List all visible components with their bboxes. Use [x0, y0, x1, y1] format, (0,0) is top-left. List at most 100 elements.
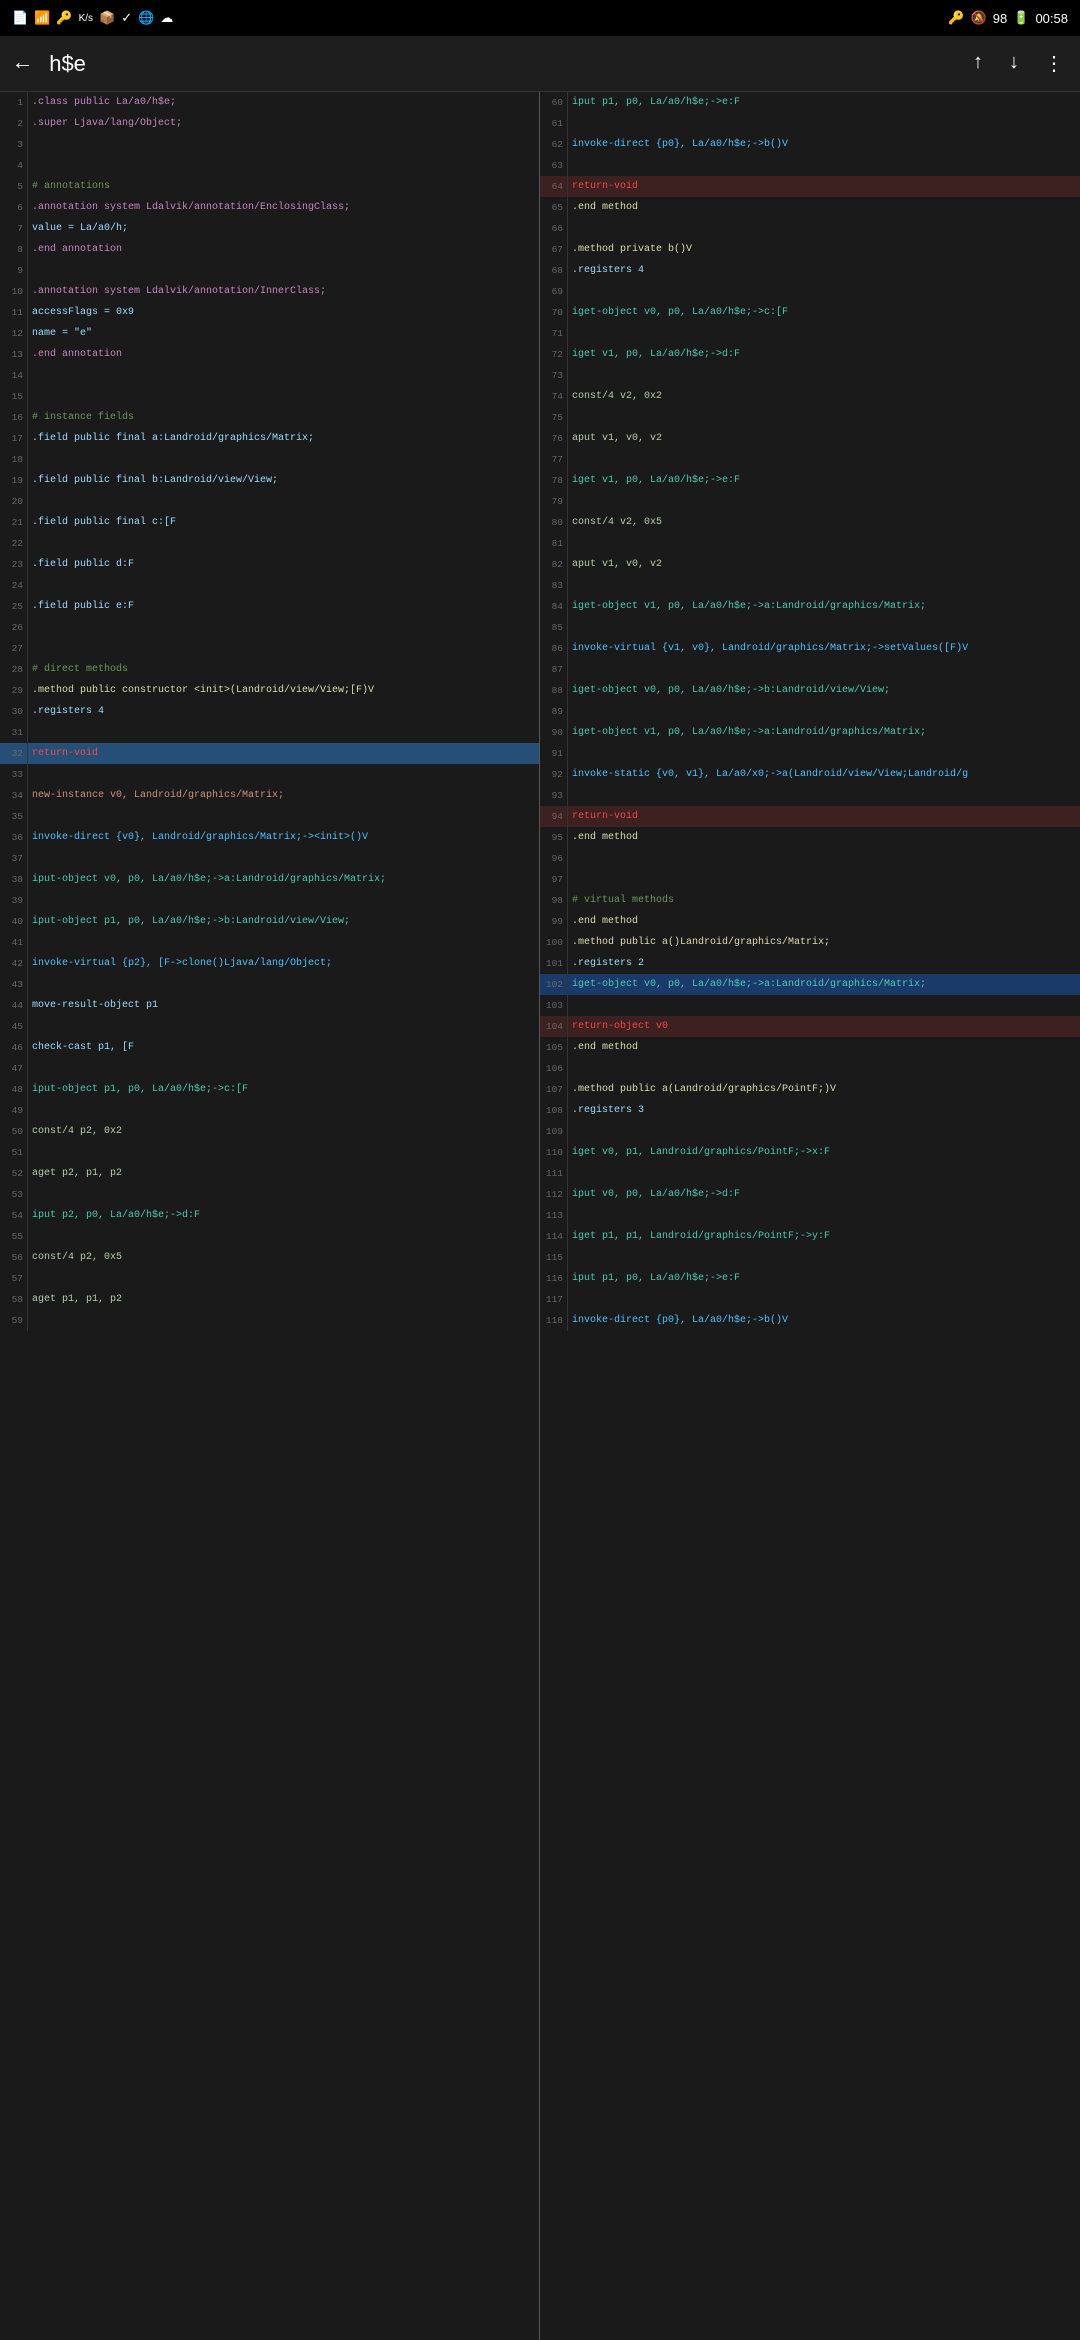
- code-line[interactable]: 45: [0, 1016, 539, 1037]
- code-line[interactable]: 52 aget p2, p1, p2: [0, 1163, 539, 1184]
- scroll-down-button[interactable]: ↓: [1004, 48, 1024, 79]
- code-line[interactable]: 13 .end annotation: [0, 344, 539, 365]
- code-line[interactable]: 66: [540, 218, 1080, 239]
- code-line[interactable]: 116 iput p1, p0, La/a0/h$e;->e:F: [540, 1268, 1080, 1289]
- code-line[interactable]: 10 .annotation system Ldalvik/annotation…: [0, 281, 539, 302]
- code-line[interactable]: 22: [0, 533, 539, 554]
- code-line[interactable]: 19 .field public final b:Landroid/view/V…: [0, 470, 539, 491]
- code-line[interactable]: 5 # annotations: [0, 176, 539, 197]
- code-line[interactable]: 60 iput p1, p0, La/a0/h$e;->e:F: [540, 92, 1080, 113]
- code-line[interactable]: 107 .method public a(Landroid/graphics/P…: [540, 1079, 1080, 1100]
- code-line[interactable]: 74 const/4 v2, 0x2: [540, 386, 1080, 407]
- code-line[interactable]: 46 check-cast p1, [F: [0, 1037, 539, 1058]
- code-line[interactable]: 68 .registers 4: [540, 260, 1080, 281]
- code-line[interactable]: 86 invoke-virtual {v1, v0}, Landroid/gra…: [540, 638, 1080, 659]
- code-line[interactable]: 2 .super Ljava/lang/Object;: [0, 113, 539, 134]
- code-line[interactable]: 117: [540, 1289, 1080, 1310]
- code-line[interactable]: 93: [540, 785, 1080, 806]
- code-line[interactable]: 84 iget-object v1, p0, La/a0/h$e;->a:Lan…: [540, 596, 1080, 617]
- code-line[interactable]: 103: [540, 995, 1080, 1016]
- code-line[interactable]: 118 invoke-direct {p0}, La/a0/h$e;->b()V: [540, 1310, 1080, 1331]
- code-line[interactable]: 38 iput-object v0, p0, La/a0/h$e;->a:Lan…: [0, 869, 539, 890]
- code-line[interactable]: 100 .method public a()Landroid/graphics/…: [540, 932, 1080, 953]
- code-line[interactable]: 39: [0, 890, 539, 911]
- code-line[interactable]: 112 iput v0, p0, La/a0/h$e;->d:F: [540, 1184, 1080, 1205]
- code-line[interactable]: 95 .end method: [540, 827, 1080, 848]
- code-line[interactable]: 35: [0, 806, 539, 827]
- code-line[interactable]: 20: [0, 491, 539, 512]
- code-line[interactable]: 29 .method public constructor <init>(Lan…: [0, 680, 539, 701]
- code-line[interactable]: 110 iget v0, p1, Landroid/graphics/Point…: [540, 1142, 1080, 1163]
- code-line[interactable]: 109: [540, 1121, 1080, 1142]
- code-line[interactable]: 61: [540, 113, 1080, 134]
- code-line[interactable]: 55: [0, 1226, 539, 1247]
- code-line[interactable]: 82 aput v1, v0, v2: [540, 554, 1080, 575]
- code-line[interactable]: 99 .end method: [540, 911, 1080, 932]
- code-line[interactable]: 50 const/4 p2, 0x2: [0, 1121, 539, 1142]
- code-line[interactable]: 111: [540, 1163, 1080, 1184]
- code-line[interactable]: 102 iget-object v0, p0, La/a0/h$e;->a:La…: [540, 974, 1080, 995]
- code-line[interactable]: 70 iget-object v0, p0, La/a0/h$e;->c:[F: [540, 302, 1080, 323]
- code-line[interactable]: 23 .field public d:F: [0, 554, 539, 575]
- back-button[interactable]: ←: [12, 47, 33, 80]
- code-line[interactable]: 26: [0, 617, 539, 638]
- code-line[interactable]: 33: [0, 764, 539, 785]
- code-line[interactable]: 90 iget-object v1, p0, La/a0/h$e;->a:Lan…: [540, 722, 1080, 743]
- code-line[interactable]: 56 const/4 p2, 0x5: [0, 1247, 539, 1268]
- code-line[interactable]: 28 # direct methods: [0, 659, 539, 680]
- code-line[interactable]: 6 .annotation system Ldalvik/annotation/…: [0, 197, 539, 218]
- code-line[interactable]: 27: [0, 638, 539, 659]
- code-line[interactable]: 114 iget p1, p1, Landroid/graphics/Point…: [540, 1226, 1080, 1247]
- code-line[interactable]: 37: [0, 848, 539, 869]
- code-line[interactable]: 77: [540, 449, 1080, 470]
- code-line[interactable]: 105 .end method: [540, 1037, 1080, 1058]
- code-line[interactable]: 9: [0, 260, 539, 281]
- code-line[interactable]: 18: [0, 449, 539, 470]
- code-line[interactable]: 106: [540, 1058, 1080, 1079]
- code-line[interactable]: 96: [540, 848, 1080, 869]
- more-options-button[interactable]: ⋮: [1040, 47, 1068, 81]
- code-line[interactable]: 4: [0, 155, 539, 176]
- code-line[interactable]: 69: [540, 281, 1080, 302]
- code-line[interactable]: 36 invoke-direct {v0}, Landroid/graphics…: [0, 827, 539, 848]
- code-line[interactable]: 73: [540, 365, 1080, 386]
- code-line[interactable]: 54 iput p2, p0, La/a0/h$e;->d:F: [0, 1205, 539, 1226]
- code-line[interactable]: 14: [0, 365, 539, 386]
- code-line[interactable]: 85: [540, 617, 1080, 638]
- code-line[interactable]: 34 new-instance v0, Landroid/graphics/Ma…: [0, 785, 539, 806]
- code-line[interactable]: 76 aput v1, v0, v2: [540, 428, 1080, 449]
- code-line[interactable]: 32 return-void: [0, 743, 539, 764]
- code-line[interactable]: 44 move-result-object p1: [0, 995, 539, 1016]
- scroll-up-button[interactable]: ↑: [968, 48, 988, 79]
- code-line[interactable]: 92 invoke-static {v0, v1}, La/a0/x0;->a(…: [540, 764, 1080, 785]
- code-line[interactable]: 72 iget v1, p0, La/a0/h$e;->d:F: [540, 344, 1080, 365]
- code-line[interactable]: 104 return-object v0: [540, 1016, 1080, 1037]
- code-line[interactable]: 8 .end annotation: [0, 239, 539, 260]
- code-line[interactable]: 94 return-void: [540, 806, 1080, 827]
- code-line[interactable]: 17 .field public final a:Landroid/graphi…: [0, 428, 539, 449]
- code-line[interactable]: 80 const/4 v2, 0x5: [540, 512, 1080, 533]
- code-line[interactable]: 58 aget p1, p1, p2: [0, 1289, 539, 1310]
- code-line[interactable]: 41: [0, 932, 539, 953]
- code-line[interactable]: 89: [540, 701, 1080, 722]
- code-line[interactable]: 21 .field public final c:[F: [0, 512, 539, 533]
- code-line[interactable]: 88 iget-object v0, p0, La/a0/h$e;->b:Lan…: [540, 680, 1080, 701]
- code-line[interactable]: 16 # instance fields: [0, 407, 539, 428]
- code-line[interactable]: 83: [540, 575, 1080, 596]
- code-line[interactable]: 42 invoke-virtual {p2}, [F->clone()Ljava…: [0, 953, 539, 974]
- code-line[interactable]: 3: [0, 134, 539, 155]
- code-line[interactable]: 62 invoke-direct {p0}, La/a0/h$e;->b()V: [540, 134, 1080, 155]
- code-line[interactable]: 47: [0, 1058, 539, 1079]
- code-line[interactable]: 15: [0, 386, 539, 407]
- code-line[interactable]: 53: [0, 1184, 539, 1205]
- code-line[interactable]: 7 value = La/a0/h;: [0, 218, 539, 239]
- code-line[interactable]: 48 iput-object p1, p0, La/a0/h$e;->c:[F: [0, 1079, 539, 1100]
- code-line[interactable]: 108 .registers 3: [540, 1100, 1080, 1121]
- code-line[interactable]: 87: [540, 659, 1080, 680]
- code-line[interactable]: 98 # virtual methods: [540, 890, 1080, 911]
- code-line[interactable]: 63: [540, 155, 1080, 176]
- code-line[interactable]: 40 iput-object p1, p0, La/a0/h$e;->b:Lan…: [0, 911, 539, 932]
- code-line[interactable]: 115: [540, 1247, 1080, 1268]
- code-line[interactable]: 67 .method private b()V: [540, 239, 1080, 260]
- code-line[interactable]: 12 name = "e": [0, 323, 539, 344]
